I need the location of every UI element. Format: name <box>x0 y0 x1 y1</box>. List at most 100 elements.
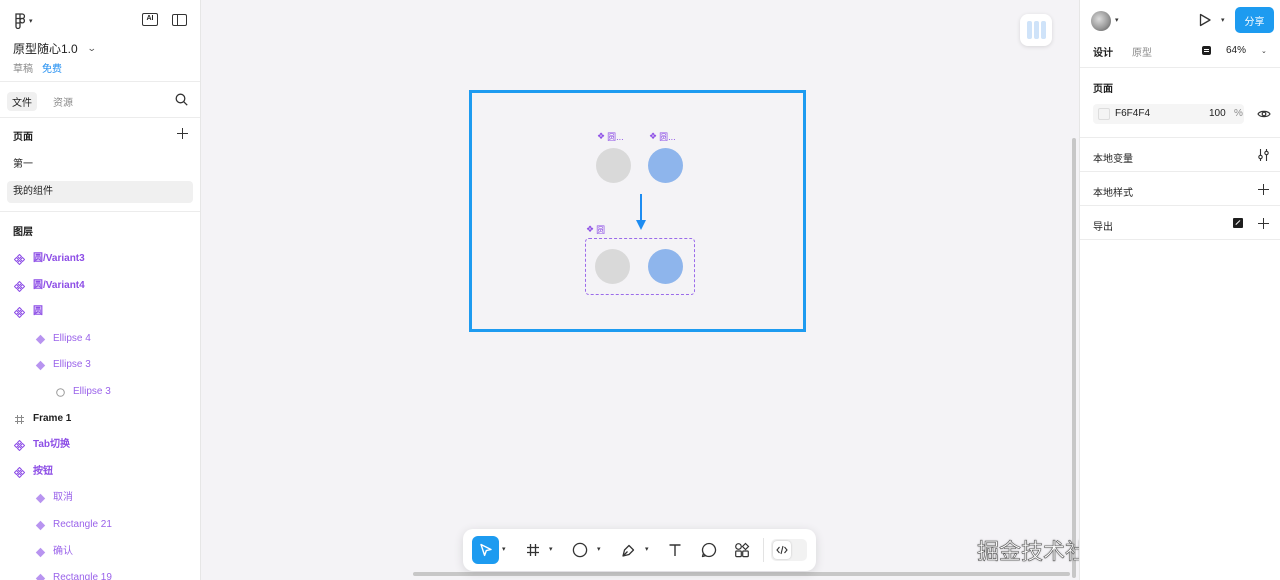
page-item-first[interactable]: 第一 <box>7 154 193 176</box>
page-item-my-components[interactable]: 我的组件 <box>7 181 193 203</box>
add-style-icon[interactable] <box>1258 184 1269 195</box>
left-panel: ▾ AI 原型随心1.0 ⌄ 草稿 免费 文件 资源 页面 第一 我的组件 图层… <box>0 0 201 580</box>
comment-tool-button[interactable] <box>696 536 722 564</box>
color-hex[interactable]: F6F4F4 <box>1115 108 1150 119</box>
layer-label: 圆/Variant4 <box>33 279 85 291</box>
color-swatch[interactable] <box>1098 108 1110 120</box>
chevron-down-icon[interactable]: ▾ <box>1115 16 1119 24</box>
export-preview-icon[interactable] <box>1233 218 1243 228</box>
layers-title: 图层 <box>13 227 33 238</box>
code-icon <box>773 541 791 559</box>
hash-frame-icon <box>527 544 539 556</box>
color-opacity[interactable]: 100 <box>1209 108 1226 119</box>
instance-icon <box>35 547 46 557</box>
component-set-label[interactable]: ❖ 圆 <box>586 223 605 236</box>
pages-header: 页面 <box>0 118 200 150</box>
layer-item[interactable]: Ellipse 3 <box>0 352 200 379</box>
component-icon <box>14 254 25 265</box>
avatar[interactable] <box>1091 11 1111 31</box>
main-menu-button[interactable]: ▾ <box>14 12 40 30</box>
instance-icon <box>35 334 46 344</box>
layer-item[interactable]: 圆 <box>0 299 200 326</box>
file-name-menu[interactable]: 原型随心1.0 ⌄ <box>13 40 97 57</box>
component-set-box[interactable] <box>585 238 695 295</box>
canvas[interactable]: ❖ 圆... ❖ 圆... ❖ 圆 ▾ ▾ ▾ ▾ 掘金技术社 <box>201 0 1079 580</box>
component-icon <box>14 280 25 292</box>
layer-item[interactable]: Rectangle 19 <box>0 565 200 580</box>
component-icon <box>14 466 25 478</box>
file-name: 原型随心1.0 <box>13 42 78 56</box>
components-tool-button[interactable] <box>729 536 755 564</box>
draft-label[interactable]: 草稿 <box>13 60 33 75</box>
eye-icon[interactable] <box>1257 108 1271 120</box>
component-name: 圆... <box>607 132 624 142</box>
instance-icon <box>35 361 46 371</box>
component-label[interactable]: ❖ 圆... <box>597 130 624 143</box>
layer-label: 确认 <box>53 545 73 557</box>
layer-item[interactable]: Rectangle 21 <box>0 512 200 539</box>
file-meta: 草稿 免费 <box>13 60 62 75</box>
text-tool-button[interactable] <box>662 536 688 564</box>
page-color-field[interactable]: F6F4F4 100 % <box>1093 104 1244 124</box>
layer-item[interactable]: 取消 <box>0 485 200 512</box>
variant-circle-blue[interactable] <box>648 249 683 284</box>
tab-file[interactable]: 文件 <box>7 92 37 111</box>
chevron-down-icon[interactable]: ▾ <box>597 545 605 553</box>
layer-item[interactable]: Ellipse 4 <box>0 326 200 353</box>
component-label[interactable]: ❖ 圆... <box>649 130 676 143</box>
vertical-scrollbar[interactable] <box>1072 138 1076 578</box>
local-variables-row[interactable]: 本地变量 <box>1080 138 1280 172</box>
component-icon: ❖ <box>586 224 595 234</box>
chevron-down-icon[interactable]: ▾ <box>549 545 557 553</box>
adjust-icon[interactable] <box>1257 148 1270 162</box>
chevron-down-icon[interactable]: ▾ <box>502 545 510 553</box>
layer-item[interactable]: 确认 <box>0 539 200 566</box>
layer-item[interactable]: 圆/Variant3 <box>0 246 200 273</box>
add-export-icon[interactable] <box>1258 218 1269 229</box>
plan-badge[interactable]: 免费 <box>42 60 62 75</box>
zoom-level[interactable]: 64% <box>1226 45 1246 56</box>
ai-icon[interactable]: AI <box>142 13 158 26</box>
pen-tool-button[interactable] <box>615 536 641 564</box>
horizontal-scrollbar[interactable] <box>413 572 1070 576</box>
chevron-down-icon[interactable]: ▾ <box>1221 16 1225 24</box>
layer-label: 圆 <box>33 306 43 318</box>
tab-prototype[interactable]: 原型 <box>1132 44 1152 59</box>
frame-tool-button[interactable] <box>521 536 545 564</box>
tab-design[interactable]: 设计 <box>1093 44 1113 59</box>
layer-label: Ellipse 3 <box>53 359 91 371</box>
components-icon <box>735 542 750 558</box>
frame-1[interactable]: ❖ 圆... ❖ 圆... ❖ 圆 <box>469 90 806 332</box>
toolbar-divider <box>763 538 764 562</box>
ellipse-tool-button[interactable] <box>567 536 593 564</box>
layer-item[interactable]: Frame 1 <box>0 406 200 433</box>
add-page-icon[interactable] <box>177 128 188 139</box>
variant-circle-grey[interactable] <box>595 249 630 284</box>
dev-mode-square-icon[interactable] <box>1202 46 1211 55</box>
share-button[interactable]: 分享 <box>1235 7 1274 33</box>
minimap-icon[interactable] <box>1020 14 1052 46</box>
chevron-down-icon[interactable]: ⌄ <box>1261 47 1267 55</box>
circle-variant3[interactable] <box>596 148 631 183</box>
sidebar-toggle-icon[interactable] <box>172 14 187 26</box>
play-icon[interactable] <box>1198 13 1212 27</box>
instance-icon <box>35 573 46 580</box>
arrow-down-icon <box>636 194 646 230</box>
move-tool-button[interactable] <box>472 536 499 564</box>
export-row[interactable]: 导出 <box>1080 206 1280 240</box>
circle-variant4[interactable] <box>648 148 683 183</box>
tab-assets[interactable]: 资源 <box>48 92 78 111</box>
chevron-down-icon: ⌄ <box>86 43 97 53</box>
dev-mode-toggle[interactable] <box>771 539 807 561</box>
layer-item[interactable]: 按钮 <box>0 459 200 486</box>
layer-item[interactable]: Tab切换 <box>0 432 200 459</box>
search-icon[interactable] <box>175 93 188 106</box>
local-styles-row[interactable]: 本地样式 <box>1080 172 1280 206</box>
instance-icon <box>35 520 46 531</box>
component-icon <box>14 440 25 452</box>
layers-header: 图层 <box>0 212 200 246</box>
chevron-down-icon[interactable]: ▾ <box>645 545 653 553</box>
layer-item[interactable]: Ellipse 3 <box>0 379 200 406</box>
layer-item[interactable]: 圆/Variant4 <box>0 273 200 300</box>
component-icon: ❖ <box>597 131 606 141</box>
